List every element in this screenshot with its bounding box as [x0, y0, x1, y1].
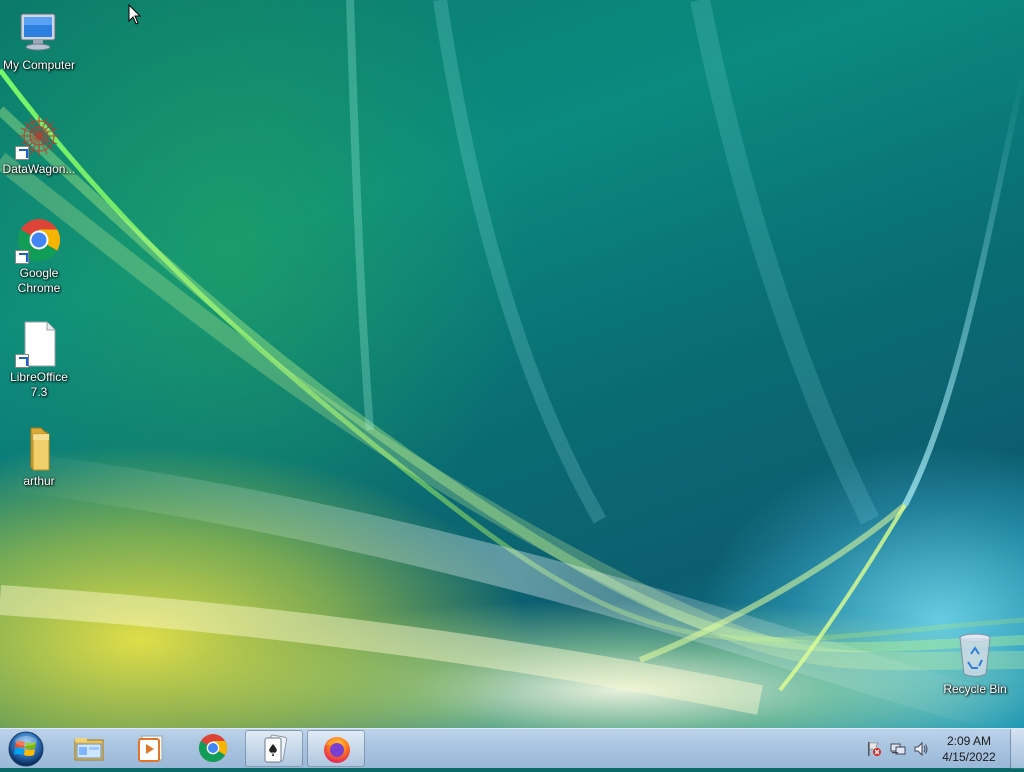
start-button[interactable]	[6, 731, 46, 767]
show-desktop-button[interactable]	[1010, 729, 1024, 769]
desktop-icon-recycle-bin[interactable]: Recycle Bin	[936, 632, 1014, 697]
taskbar-file-explorer-button[interactable]	[60, 730, 118, 767]
computer-icon	[15, 8, 63, 56]
desktop-icon-google-chrome[interactable]: Google Chrome	[0, 216, 78, 296]
chrome-icon	[198, 734, 228, 763]
taskbar-firefox-button[interactable]	[307, 730, 365, 767]
taskbar-media-player-button[interactable]	[122, 730, 180, 767]
desktop-wallpaper	[0, 0, 1024, 728]
volume-icon[interactable]	[913, 741, 929, 757]
shortcut-arrow-icon	[15, 146, 29, 160]
action-center-flag-icon[interactable]	[866, 741, 882, 757]
desktop-icon-label: Recycle Bin	[943, 682, 1007, 696]
shortcut-arrow-icon	[15, 250, 29, 264]
solitaire-icon	[264, 734, 288, 763]
firefox-icon	[324, 737, 350, 763]
libreoffice-icon	[15, 320, 63, 368]
desktop-icon-label: Google Chrome	[17, 266, 61, 295]
desktop-icon-my-computer[interactable]: My Computer	[0, 8, 78, 73]
taskbar-solitaire-button[interactable]	[245, 730, 303, 767]
taskbar-chrome-button[interactable]	[184, 730, 242, 767]
file-explorer-icon	[74, 738, 104, 761]
windows-start-icon	[8, 731, 44, 767]
desktop-icon-label: DataWagon...	[2, 162, 76, 176]
taskbar: 2:09 AM 4/15/2022	[0, 728, 1024, 769]
desktop-icon-label: My Computer	[2, 58, 76, 72]
shortcut-arrow-icon	[15, 354, 29, 368]
chrome-icon	[15, 216, 63, 264]
datawagon-icon	[15, 112, 63, 160]
clock-time: 2:09 AM	[946, 734, 992, 748]
folder-icon	[15, 424, 63, 472]
desktop-icon-arthur[interactable]: arthur	[0, 424, 78, 489]
desktop-icon-datawagon[interactable]: DataWagon...	[0, 112, 78, 177]
network-icon[interactable]	[890, 741, 906, 757]
mouse-cursor-icon	[128, 4, 142, 25]
recycle-bin-icon	[951, 632, 999, 680]
desktop-icon-label: arthur	[23, 474, 55, 488]
desktop-icon-label: LibreOffice 7.3	[10, 370, 68, 399]
taskbar-clock[interactable]: 2:09 AM 4/15/2022	[931, 733, 1007, 765]
desktop-icon-libreoffice[interactable]: LibreOffice 7.3	[0, 320, 78, 400]
clock-date: 4/15/2022	[942, 750, 996, 764]
media-player-icon	[138, 735, 163, 762]
system-tray: 2:09 AM 4/15/2022	[859, 729, 1024, 769]
